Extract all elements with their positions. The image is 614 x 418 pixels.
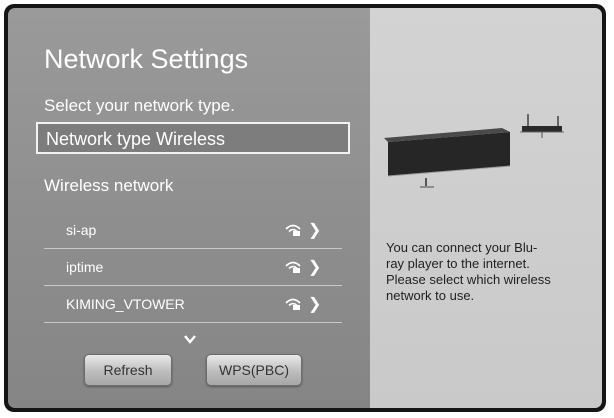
network-type-label: Network type Wireless <box>46 129 226 149</box>
refresh-button[interactable]: Refresh <box>84 354 172 386</box>
network-type-selector[interactable]: Network type Wireless <box>36 122 350 154</box>
player-router-illustration <box>384 114 564 188</box>
network-name: si-ap <box>66 222 97 238</box>
page-subtitle: Select your network type. <box>44 96 235 115</box>
network-name: iptime <box>66 259 104 275</box>
wifi-lock-icon <box>285 224 301 236</box>
help-text: You can connect your Blu- ray player to … <box>386 240 551 303</box>
page-title: Network Settings <box>44 44 249 74</box>
chevron-right-icon: ❯ <box>308 222 322 239</box>
chevron-right-icon: ❯ <box>308 296 322 313</box>
help-panel <box>370 8 602 408</box>
wifi-lock-icon <box>285 298 301 310</box>
scroll-down-chevron-icon[interactable] <box>184 334 196 344</box>
chevron-right-icon: ❯ <box>308 259 322 276</box>
network-item-iptime[interactable]: iptime ❯ <box>44 249 342 286</box>
network-item-si-ap[interactable]: si-ap ❯ <box>44 212 342 249</box>
network-name: KIMING_VTOWER <box>66 296 185 312</box>
network-item-kiming-vtower[interactable]: KIMING_VTOWER ❯ <box>44 286 342 323</box>
wps-pbc-button[interactable]: WPS(PBC) <box>206 354 302 386</box>
wifi-lock-icon <box>285 261 301 273</box>
wireless-network-heading: Wireless network <box>44 176 174 195</box>
